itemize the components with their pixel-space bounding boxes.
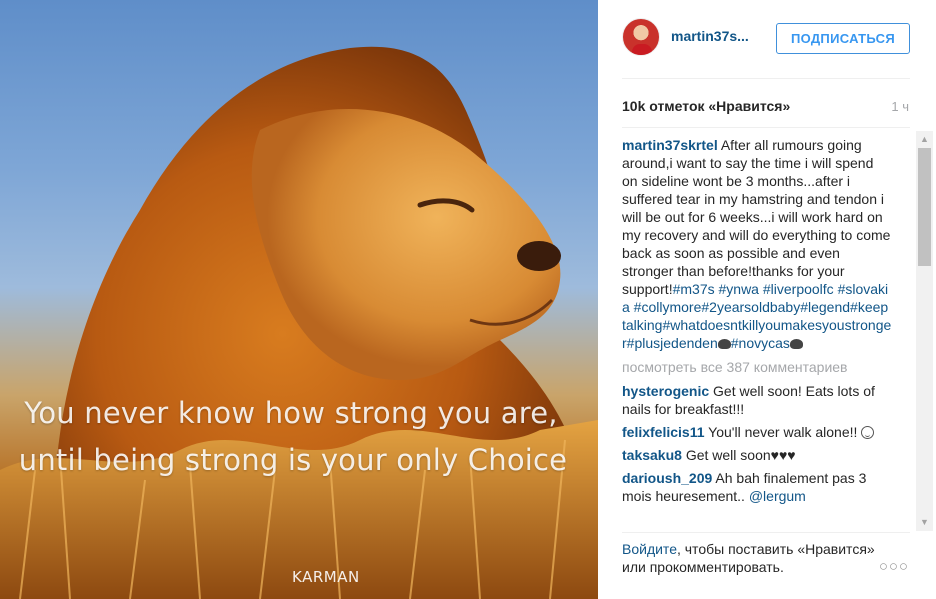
smiley-emoji-icon bbox=[861, 426, 875, 439]
comments-scrollbar[interactable]: ▲ ▼ bbox=[916, 131, 933, 531]
comment-username[interactable]: darioush_209 bbox=[622, 470, 712, 486]
more-options-icon[interactable]: ○○○ bbox=[879, 558, 909, 575]
caption-text: After all rumours going around,i want to… bbox=[622, 137, 891, 297]
poop-emoji-icon bbox=[789, 339, 803, 349]
poop-emoji-icon bbox=[717, 339, 731, 349]
login-prompt: Войдите, чтобы поставить «Нравится» или … bbox=[622, 540, 882, 576]
post-time[interactable]: 1 ч bbox=[891, 99, 909, 114]
divider bbox=[622, 127, 910, 128]
login-link[interactable]: Войдите bbox=[622, 541, 677, 557]
caption: martin37skrtel After all rumours going a… bbox=[622, 136, 892, 352]
comment-item: felixfelicis11 You'll never walk alone!! bbox=[622, 423, 892, 441]
quote-line-2: until being strong is your only Choice bbox=[18, 443, 568, 477]
comment-text: Get well soon♥♥♥ bbox=[685, 447, 796, 463]
view-all-comments-link[interactable]: посмотреть все 387 комментариев bbox=[622, 358, 892, 376]
divider bbox=[622, 532, 910, 533]
scroll-up-arrow-icon[interactable]: ▲ bbox=[916, 131, 933, 148]
caption-username[interactable]: martin37skrtel bbox=[622, 137, 718, 153]
header-username[interactable]: martin37s... bbox=[671, 28, 749, 44]
scroll-down-arrow-icon[interactable]: ▼ bbox=[916, 514, 933, 531]
post-sidebar: martin37s... ПОДПИСАТЬСЯ 10k отметок «Нр… bbox=[598, 0, 936, 599]
comment-username[interactable]: felixfelicis11 bbox=[622, 424, 705, 440]
lion-illustration bbox=[0, 46, 598, 599]
follow-button[interactable]: ПОДПИСАТЬСЯ bbox=[776, 23, 910, 54]
post-header: martin37s... ПОДПИСАТЬСЯ bbox=[622, 16, 912, 62]
photo-watermark: KARMAN bbox=[292, 568, 360, 586]
divider bbox=[622, 78, 910, 79]
comment-item: hysterogenic Get well soon! Eats lots of… bbox=[622, 382, 892, 418]
comments-list[interactable]: martin37skrtel After all rumours going a… bbox=[622, 136, 892, 531]
comment-username[interactable]: hysterogenic bbox=[622, 383, 709, 399]
comment-item: taksaku8 Get well soon♥♥♥ bbox=[622, 446, 892, 464]
likes-count[interactable]: 10k отметок «Нравится» bbox=[622, 98, 790, 114]
comment-item: darioush_209 Ah bah finalement pas 3 moi… bbox=[622, 469, 892, 505]
quote-line-1: You never know how strong you are, bbox=[24, 396, 558, 430]
caption-hashtag-novycas[interactable]: #novycas bbox=[731, 335, 790, 351]
comment-text: You'll never walk alone!! bbox=[708, 424, 858, 440]
comment-mention[interactable]: @lergum bbox=[749, 488, 806, 504]
post-photo: You never know how strong you are, until… bbox=[0, 0, 598, 599]
comment-username[interactable]: taksaku8 bbox=[622, 447, 682, 463]
avatar[interactable] bbox=[622, 18, 660, 56]
scrollbar-thumb[interactable] bbox=[918, 148, 931, 266]
